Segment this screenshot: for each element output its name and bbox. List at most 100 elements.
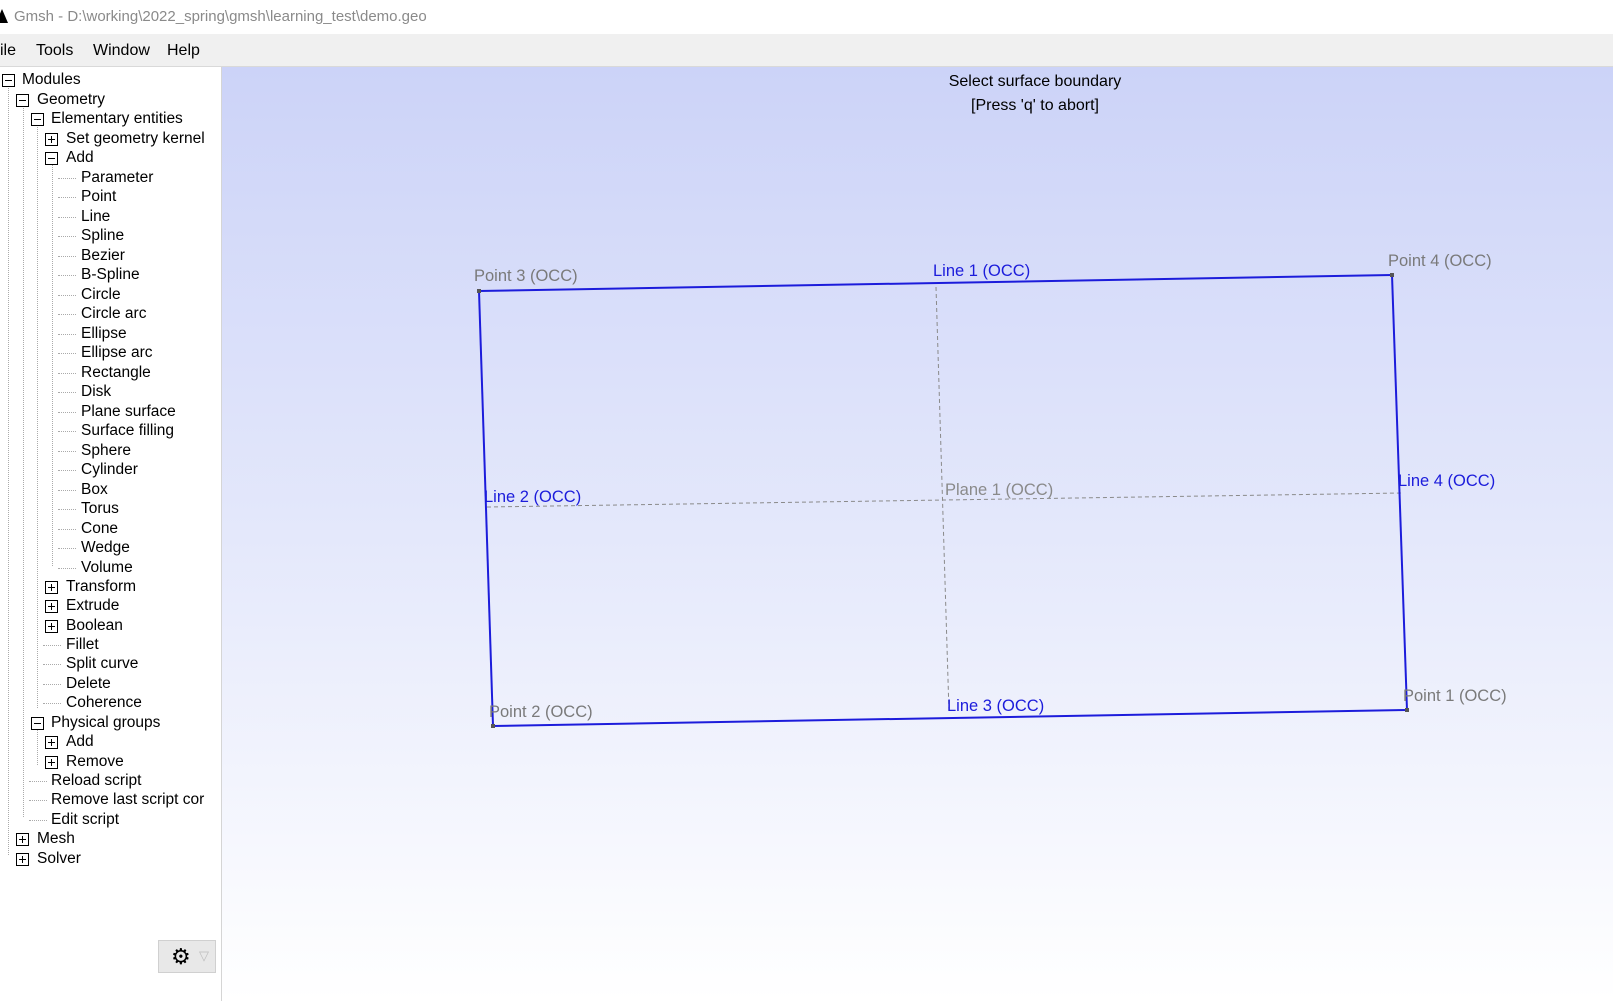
- tree-item-rectangle[interactable]: Rectangle: [81, 363, 151, 382]
- label-point-1: Point 1 (OCC): [1403, 687, 1507, 705]
- tree-item-physical-groups[interactable]: Physical groups: [51, 713, 160, 732]
- tree-item-point[interactable]: Point: [81, 187, 116, 206]
- tree-item-add[interactable]: Add: [66, 148, 94, 167]
- expand-icon[interactable]: [16, 853, 29, 866]
- collapse-icon[interactable]: [2, 74, 15, 87]
- tree-connector: [58, 256, 76, 257]
- tree-item-disk[interactable]: Disk: [81, 382, 111, 401]
- gmsh-logo-icon: [0, 9, 8, 23]
- point-3-marker: [477, 289, 481, 293]
- tree-item-parameter[interactable]: Parameter: [81, 168, 153, 187]
- tree-item-solver[interactable]: Solver: [37, 849, 81, 868]
- collapse-icon[interactable]: [31, 113, 44, 126]
- tree-connector: [58, 314, 76, 315]
- tree-connector: [43, 684, 61, 685]
- tree-item-delete[interactable]: Delete: [66, 674, 111, 693]
- expand-icon[interactable]: [45, 600, 58, 613]
- collapse-icon[interactable]: [45, 152, 58, 165]
- tree-item-line[interactable]: Line: [81, 207, 110, 226]
- tree-item-split-curve[interactable]: Split curve: [66, 654, 138, 673]
- settings-button[interactable]: ⚙ ▽: [158, 940, 216, 973]
- tree-item-set-geometry-kernel[interactable]: Set geometry kernel: [66, 129, 205, 148]
- tree-item-edit-script[interactable]: Edit script: [51, 810, 119, 829]
- tree-item-volume[interactable]: Volume: [81, 558, 133, 577]
- expand-icon[interactable]: [45, 620, 58, 633]
- expand-icon[interactable]: [45, 736, 58, 749]
- gear-icon: ⚙: [171, 944, 191, 969]
- tree-item-remove-last-script-command[interactable]: Remove last script cor: [51, 790, 204, 809]
- tree-connector: [58, 470, 76, 471]
- tree-item-wedge[interactable]: Wedge: [81, 538, 130, 557]
- tree-item-mesh[interactable]: Mesh: [37, 829, 75, 848]
- point-2-marker: [491, 724, 495, 728]
- label-line-2: Line 2 (OCC): [484, 488, 582, 506]
- collapse-icon[interactable]: [31, 717, 44, 730]
- menu-bar: ile Tools Window Help: [0, 34, 1613, 67]
- tree-item-coherence[interactable]: Coherence: [66, 693, 142, 712]
- menu-window[interactable]: Window: [93, 42, 150, 60]
- tree-guide: [23, 105, 24, 817]
- menu-tools[interactable]: Tools: [36, 42, 73, 60]
- expand-icon[interactable]: [45, 581, 58, 594]
- tree-item-surface-filling[interactable]: Surface filling: [81, 421, 174, 440]
- title-bar: Gmsh - D:\working\2022_spring\gmsh\learn…: [0, 0, 1613, 34]
- graphics-viewport[interactable]: Select surface boundary [Press 'q' to ab…: [222, 67, 1613, 1001]
- line-2: [478, 290, 494, 727]
- tree-item-physical-remove[interactable]: Remove: [66, 752, 124, 771]
- point-1-marker: [1405, 708, 1409, 712]
- module-tree: Modules Geometry Elementary entities Set…: [0, 67, 222, 1001]
- tree-connector: [58, 490, 76, 491]
- tree-item-geometry[interactable]: Geometry: [37, 90, 105, 109]
- tree-item-boolean[interactable]: Boolean: [66, 616, 123, 635]
- tree-item-bezier[interactable]: Bezier: [81, 246, 125, 265]
- label-line-1: Line 1 (OCC): [933, 262, 1031, 280]
- status-message: Select surface boundary: [948, 73, 1122, 90]
- tree-connector: [29, 820, 47, 821]
- tree-connector: [58, 197, 76, 198]
- dropdown-arrow-icon[interactable]: ▽: [199, 948, 209, 964]
- tree-item-plane-surface[interactable]: Plane surface: [81, 402, 176, 421]
- tree-connector: [58, 334, 76, 335]
- line-4: [1391, 274, 1408, 711]
- point-4-marker: [1390, 273, 1394, 277]
- tree-item-ellipse[interactable]: Ellipse: [81, 324, 127, 343]
- tree-connector: [58, 548, 76, 549]
- menu-help[interactable]: Help: [167, 42, 200, 60]
- tree-item-elementary-entities[interactable]: Elementary entities: [51, 109, 183, 128]
- tree-item-transform[interactable]: Transform: [66, 577, 136, 596]
- tree-item-modules[interactable]: Modules: [22, 70, 81, 89]
- tree-connector: [29, 800, 47, 801]
- tree-connector: [43, 664, 61, 665]
- tree-item-circle[interactable]: Circle: [81, 285, 121, 304]
- label-plane: Plane 1 (OCC): [945, 481, 1054, 499]
- tree-item-circle-arc[interactable]: Circle arc: [81, 304, 146, 323]
- tree-item-cylinder[interactable]: Cylinder: [81, 460, 138, 479]
- tree-guide: [37, 727, 38, 765]
- tree-item-fillet[interactable]: Fillet: [66, 635, 99, 654]
- tree-item-box[interactable]: Box: [81, 480, 108, 499]
- label-point-3: Point 3 (OCC): [474, 267, 578, 285]
- tree-connector: [58, 529, 76, 530]
- tree-connector: [58, 568, 76, 569]
- tree-item-physical-add[interactable]: Add: [66, 732, 94, 751]
- collapse-icon[interactable]: [16, 94, 29, 107]
- menu-file[interactable]: ile: [0, 42, 16, 60]
- tree-item-spline[interactable]: Spline: [81, 226, 124, 245]
- geometry-canvas[interactable]: [222, 67, 1613, 1001]
- tree-connector: [29, 781, 47, 782]
- tree-item-extrude[interactable]: Extrude: [66, 596, 119, 615]
- tree-item-torus[interactable]: Torus: [81, 499, 119, 518]
- tree-guide: [8, 85, 9, 855]
- tree-connector: [58, 412, 76, 413]
- expand-icon[interactable]: [16, 833, 29, 846]
- status-hint: [Press 'q' to abort]: [971, 97, 1099, 114]
- expand-icon[interactable]: [45, 133, 58, 146]
- tree-connector: [58, 509, 76, 510]
- tree-item-reload-script[interactable]: Reload script: [51, 771, 141, 790]
- expand-icon[interactable]: [45, 756, 58, 769]
- tree-item-ellipse-arc[interactable]: Ellipse arc: [81, 343, 153, 362]
- tree-item-b-spline[interactable]: B-Spline: [81, 265, 140, 284]
- tree-item-cone[interactable]: Cone: [81, 519, 118, 538]
- tree-item-sphere[interactable]: Sphere: [81, 441, 131, 460]
- tree-connector: [58, 392, 76, 393]
